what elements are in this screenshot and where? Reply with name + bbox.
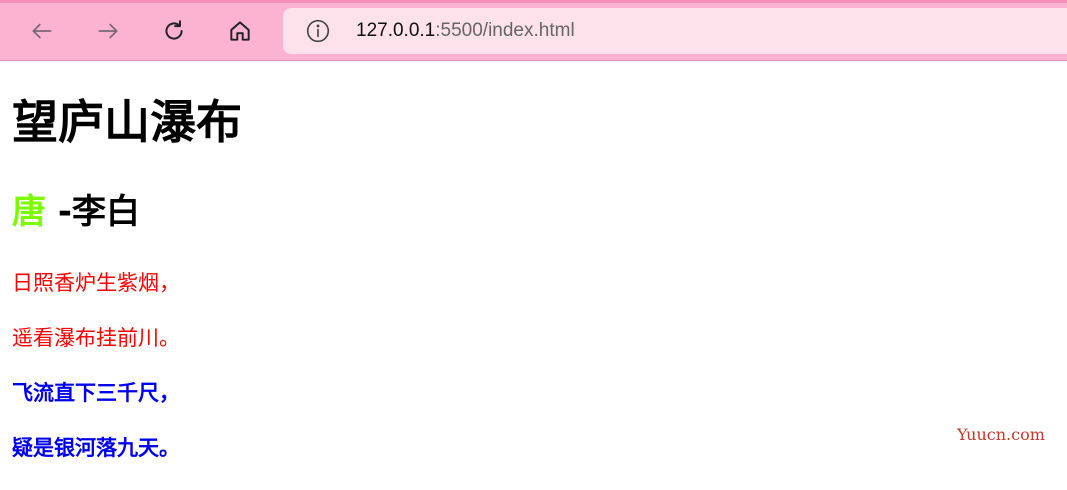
url-host: 127.0.0.1 xyxy=(356,20,436,41)
url-path: :5500/index.html xyxy=(435,20,575,41)
home-button[interactable] xyxy=(222,13,258,49)
browser-toolbar: 127.0.0.1:5500/index.html xyxy=(0,0,1067,61)
reload-icon xyxy=(165,20,183,40)
arrow-right-icon xyxy=(98,23,118,39)
watermark: Yuucn.com xyxy=(957,425,1045,444)
poem-line: 疑是银河落九天。 xyxy=(12,436,180,460)
poem-line: 遥看瀑布挂前川。 xyxy=(12,326,180,350)
poem-byline: 唐 -李白 xyxy=(12,195,140,229)
dynasty-label: 唐 xyxy=(12,192,46,232)
reload-button[interactable] xyxy=(156,13,192,49)
address-bar[interactable]: 127.0.0.1:5500/index.html xyxy=(283,8,1067,54)
forward-button[interactable] xyxy=(90,13,126,49)
author-label: -李白 xyxy=(46,192,140,232)
poem-line: 日照香炉生紫烟， xyxy=(12,271,180,295)
poem-title: 望庐山瀑布 xyxy=(12,95,242,149)
url-text[interactable]: 127.0.0.1:5500/index.html xyxy=(356,20,575,42)
home-icon xyxy=(230,21,250,41)
back-button[interactable] xyxy=(24,13,60,49)
info-icon[interactable] xyxy=(305,18,331,44)
arrow-left-icon xyxy=(32,23,52,39)
poem-line: 飞流直下三千尺， xyxy=(12,381,180,405)
